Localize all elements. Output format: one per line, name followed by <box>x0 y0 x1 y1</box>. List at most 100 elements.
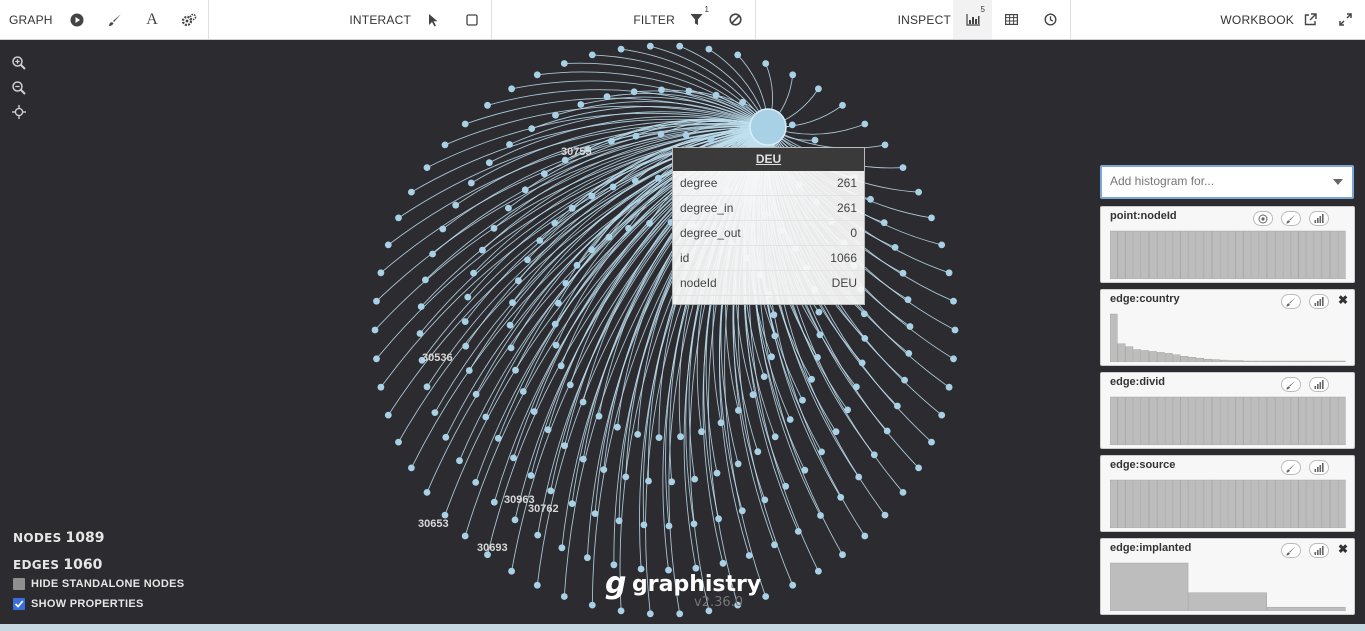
histogram-bar[interactable] <box>1110 562 1189 611</box>
histogram-bar[interactable] <box>1125 396 1134 445</box>
histogram-color-button[interactable] <box>1281 294 1301 309</box>
graph-node[interactable] <box>860 310 868 318</box>
graph-node[interactable] <box>761 496 769 504</box>
graph-node[interactable] <box>676 42 684 50</box>
graph-node[interactable] <box>905 350 913 357</box>
graph-node[interactable] <box>749 391 757 399</box>
histogram-size-button[interactable] <box>1309 543 1329 558</box>
graph-node[interactable] <box>562 280 570 287</box>
graph-node[interactable] <box>579 455 587 463</box>
graph-node[interactable] <box>832 428 840 436</box>
graph-node[interactable] <box>691 475 699 483</box>
graph-node[interactable] <box>527 472 535 479</box>
histogram-bar[interactable] <box>1196 230 1204 279</box>
graph-node[interactable] <box>560 60 568 67</box>
graph-node[interactable] <box>891 244 899 251</box>
histogram-bar[interactable] <box>1212 230 1220 279</box>
graph-node[interactable] <box>384 241 392 249</box>
graph-node[interactable] <box>561 442 568 450</box>
brush-button[interactable] <box>96 0 133 39</box>
tooltip-title[interactable]: DEU <box>673 148 864 171</box>
histogram-bar[interactable] <box>1330 360 1338 362</box>
graph-node[interactable] <box>950 297 957 305</box>
graph-node[interactable] <box>839 101 846 109</box>
histogram-size-button[interactable] <box>1309 460 1329 475</box>
histogram-bar[interactable] <box>1180 230 1189 279</box>
graph-node[interactable] <box>717 419 725 427</box>
graph-node[interactable] <box>591 510 599 517</box>
graph-node[interactable] <box>511 516 519 524</box>
graph-node[interactable] <box>861 335 869 342</box>
histogram-bar[interactable] <box>1157 479 1165 528</box>
close-icon[interactable]: ✖ <box>1338 293 1348 307</box>
histogram-bar[interactable] <box>1180 356 1189 362</box>
graph-node[interactable] <box>646 219 653 227</box>
graph-node[interactable] <box>899 269 907 277</box>
histogram-bar[interactable] <box>1117 230 1126 279</box>
histogram-bar[interactable] <box>1322 479 1330 528</box>
histogram-bar[interactable] <box>1282 396 1291 445</box>
histogram-bar[interactable] <box>1251 230 1260 279</box>
graph-node[interactable] <box>789 71 797 79</box>
histogram-bar[interactable] <box>1110 230 1118 279</box>
graph-node[interactable] <box>745 552 753 559</box>
zoom-in-button[interactable] <box>11 55 27 71</box>
graph-node[interactable] <box>510 454 517 462</box>
histograms-button[interactable]: 5 <box>953 0 992 39</box>
graph-node[interactable] <box>786 416 794 423</box>
histogram-bar[interactable] <box>1290 360 1299 362</box>
graph-node[interactable] <box>945 269 953 277</box>
graph-node[interactable] <box>657 130 665 138</box>
graph-node[interactable] <box>490 224 498 232</box>
graph-node[interactable] <box>384 411 392 419</box>
graph-node[interactable] <box>719 559 727 567</box>
graph-node[interactable] <box>417 303 425 310</box>
graph-node[interactable] <box>801 466 809 474</box>
histogram-bar[interactable] <box>1282 479 1291 528</box>
graph-node[interactable] <box>439 225 447 233</box>
graph-node[interactable] <box>754 448 762 456</box>
graph-node[interactable] <box>634 431 642 438</box>
graph-node[interactable] <box>614 423 621 431</box>
graph-node[interactable] <box>630 88 638 96</box>
histogram-bar[interactable] <box>1290 230 1299 279</box>
graph-node[interactable] <box>676 610 684 618</box>
histogram-bars[interactable] <box>1110 395 1346 445</box>
graph-node[interactable] <box>817 512 824 519</box>
pointer-button[interactable] <box>413 0 452 39</box>
graph-node[interactable] <box>794 528 802 535</box>
histogram-bar[interactable] <box>1251 396 1260 445</box>
histogram-bar[interactable] <box>1274 230 1283 279</box>
histogram-bars[interactable] <box>1110 478 1346 528</box>
graph-node[interactable] <box>431 409 439 416</box>
histogram-bar[interactable] <box>1133 396 1142 445</box>
graph-node[interactable] <box>490 498 498 506</box>
histogram-bar[interactable] <box>1117 343 1126 362</box>
graph-node[interactable] <box>573 261 581 269</box>
center-button[interactable] <box>11 104 27 120</box>
graph-node[interactable] <box>467 179 475 187</box>
graph-node[interactable] <box>928 438 935 446</box>
histogram-bar[interactable] <box>1125 479 1134 528</box>
graph-node[interactable] <box>715 515 722 523</box>
histogram-bar[interactable] <box>1117 479 1126 528</box>
graph-node[interactable] <box>577 101 585 108</box>
histogram-bar[interactable] <box>1337 479 1346 528</box>
graph-node[interactable] <box>646 42 654 50</box>
graph-node[interactable] <box>655 434 663 441</box>
graph-node[interactable] <box>915 188 922 196</box>
data-table-button[interactable] <box>992 0 1031 39</box>
hide-standalone-toggle[interactable]: HIDE STANDALONE NODES <box>13 578 184 590</box>
graph-node[interactable] <box>811 136 819 144</box>
histogram-bar[interactable] <box>1188 357 1197 362</box>
histogram-bar[interactable] <box>1322 360 1330 362</box>
histogram-bar[interactable] <box>1290 479 1299 528</box>
graph-node[interactable] <box>506 321 514 329</box>
graph-node[interactable] <box>815 85 822 93</box>
histogram-bars[interactable] <box>1110 229 1346 279</box>
histogram-bar[interactable] <box>1243 479 1252 528</box>
histogram-bar[interactable] <box>1314 230 1322 279</box>
graph-node[interactable] <box>782 482 790 490</box>
graph-node[interactable] <box>858 359 866 367</box>
graph-node[interactable] <box>762 60 770 67</box>
